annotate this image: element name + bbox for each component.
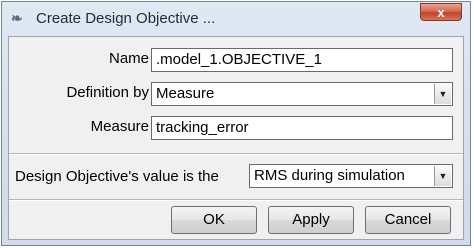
separator [9,153,463,155]
chevron-down-icon[interactable]: ▼ [434,84,451,104]
definition-by-label: Definition by [66,84,149,101]
feather-icon: ❧ [11,10,23,26]
separator [9,199,463,201]
dialog-window: ❧ Create Design Objective ... x Name .mo… [1,1,471,246]
window-title: Create Design Objective ... [36,10,216,27]
apply-button[interactable]: Apply [268,206,354,234]
objective-value-value: RMS during simulation [254,167,405,184]
definition-by-select[interactable]: Measure ▼ [151,82,453,106]
measure-field[interactable]: tracking_error [151,116,453,140]
name-label: Name [108,50,149,67]
definition-by-value: Measure [156,85,215,102]
measure-label: Measure [90,118,149,135]
title-bar[interactable]: ❧ Create Design Objective ... x [2,2,470,36]
name-field[interactable]: .model_1.OBJECTIVE_1 [151,48,453,72]
ok-button[interactable]: OK [171,206,257,234]
dialog-body: Name .model_1.OBJECTIVE_1 Definition by … [8,36,464,240]
close-button[interactable]: x [420,3,462,21]
chevron-down-icon[interactable]: ▼ [434,166,451,186]
objective-value-select[interactable]: RMS during simulation ▼ [249,164,453,188]
objective-value-label: Design Objective's value is the [15,168,219,185]
cancel-button[interactable]: Cancel [365,206,451,234]
